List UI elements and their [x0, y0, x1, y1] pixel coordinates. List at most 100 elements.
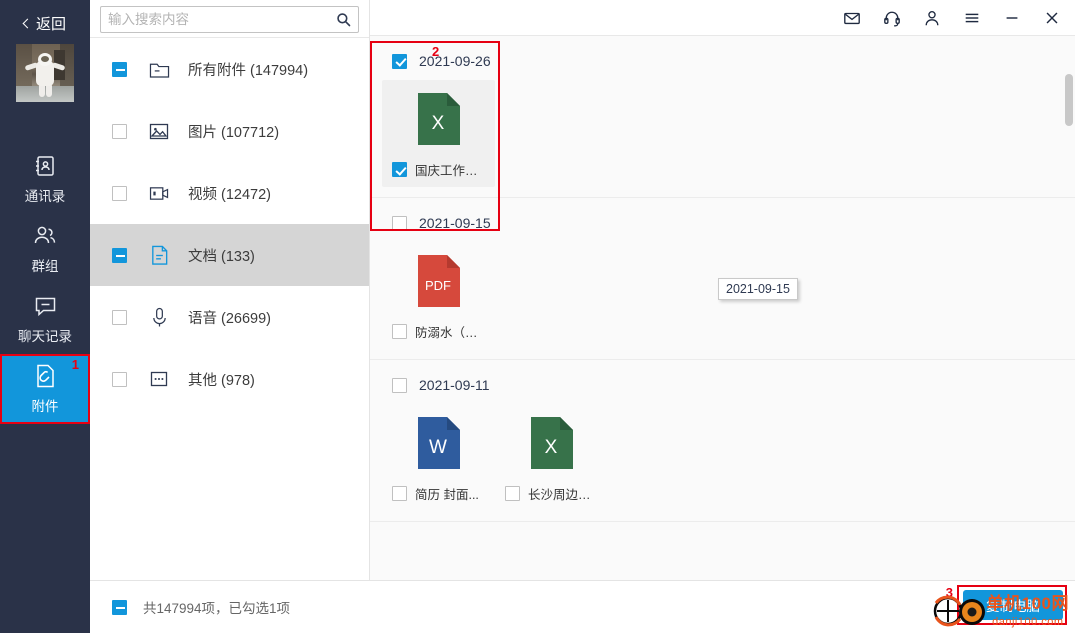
word-file-icon: W — [413, 414, 465, 472]
category-row-images[interactable]: 图片 (107712) — [90, 100, 369, 162]
ellipsis-icon — [148, 368, 170, 390]
date-group: 2021-09-11 W 简历 封面... X 长沙周边旅... — [370, 360, 1075, 522]
category-name: 其他 — [188, 372, 217, 389]
annotation-number-2: 2 — [432, 44, 440, 59]
file-checkbox[interactable] — [392, 486, 407, 501]
close-icon[interactable] — [1039, 5, 1065, 31]
files-pane: 2021-09-26 X 国庆工作安... 2021-09-15 PDF 防溺水… — [370, 0, 1075, 633]
category-name: 图片 — [188, 124, 217, 141]
file-name: 简历 封面... — [415, 488, 479, 502]
svg-text:X: X — [431, 113, 444, 134]
date-group-checkbox[interactable] — [392, 377, 407, 393]
file-checkbox[interactable] — [505, 486, 520, 501]
sidebar-item-label: 群组 — [31, 259, 59, 274]
search-bar — [90, 0, 369, 38]
date-group-header[interactable]: 2021-09-15 — [370, 212, 1075, 234]
file-tile[interactable]: W 简历 封面... — [382, 404, 495, 511]
category-checkbox[interactable] — [112, 371, 127, 387]
document-icon — [148, 244, 170, 266]
status-bar: 共147994项，已勾选1项 3 复制电脑 单机100网 danji100.co… — [90, 580, 1075, 633]
category-row-other[interactable]: 其他 (978) — [90, 348, 369, 410]
category-label: 图片 (107712) — [188, 121, 279, 142]
sidebar-item-label: 附件 — [31, 399, 59, 414]
annotation-badge-1: 1 — [71, 357, 79, 372]
select-all-checkbox[interactable] — [112, 599, 127, 615]
file-tile[interactable]: PDF 防溺水（转... — [382, 242, 495, 349]
headset-icon[interactable] — [879, 5, 905, 31]
pdf-file-icon: PDF — [413, 252, 465, 310]
category-name: 视频 — [188, 186, 217, 203]
date-group-checkbox[interactable] — [392, 53, 407, 69]
person-icon[interactable] — [919, 5, 945, 31]
category-checkbox[interactable] — [112, 309, 127, 325]
selection-summary: 共147994项，已勾选1项 — [143, 601, 291, 616]
file-tile[interactable]: X 长沙周边旅... — [495, 404, 608, 511]
category-row-documents[interactable]: 文档 (133) — [90, 224, 369, 286]
avatar-floor — [16, 86, 74, 102]
category-count: (978) — [221, 372, 255, 389]
category-count: (147994) — [250, 62, 309, 79]
date-group: 2021-09-26 X 国庆工作安... — [370, 36, 1075, 198]
annotation-number-3: 3 — [945, 585, 953, 600]
category-checkbox[interactable] — [112, 61, 127, 77]
file-name: 防溺水（转... — [415, 326, 487, 340]
category-label: 文档 (133) — [188, 245, 255, 266]
file-checkbox[interactable] — [392, 324, 407, 339]
file-name: 长沙周边旅... — [528, 488, 600, 502]
category-checkbox[interactable] — [112, 185, 127, 201]
sidebar-item-attachments[interactable]: 1 附件 — [0, 354, 90, 424]
back-label: 返回 — [35, 15, 66, 33]
menu-icon[interactable] — [959, 5, 985, 31]
avatar-visor — [41, 56, 49, 62]
avatar[interactable] — [16, 44, 74, 102]
file-name: 国庆工作安... — [415, 164, 487, 178]
category-row-voice[interactable]: 语音 (26699) — [90, 286, 369, 348]
file-tile-footer: 简历 封面... — [390, 484, 487, 503]
window-titlebar — [370, 0, 1075, 36]
file-scroll-area[interactable]: 2021-09-26 X 国庆工作安... 2021-09-15 PDF 防溺水… — [370, 36, 1075, 633]
category-label: 所有附件 (147994) — [188, 59, 308, 80]
file-tile-footer: 长沙周边旅... — [503, 484, 600, 503]
date-group-checkbox[interactable] — [392, 215, 407, 231]
sidebar-item-groups[interactable]: 群组 — [0, 214, 90, 284]
excel-file-icon: X — [413, 90, 465, 148]
nav-item-list: 通讯录 群组 聊天记录 1 附件 — [0, 144, 90, 424]
sidebar-item-contacts[interactable]: 通讯录 — [0, 144, 90, 214]
date-group-header[interactable]: 2021-09-26 — [370, 50, 1075, 72]
date-group-label: 2021-09-15 — [419, 215, 491, 231]
copy-to-computer-button[interactable]: 复制电脑 — [963, 590, 1063, 620]
category-panel: 所有附件 (147994) 图片 (107712) — [90, 0, 370, 633]
back-button[interactable]: 返回 — [0, 12, 90, 34]
svg-text:X: X — [544, 437, 557, 458]
scrollbar-thumb[interactable] — [1065, 74, 1073, 126]
sidebar-item-chat-history[interactable]: 聊天记录 — [0, 284, 90, 354]
attachment-manager-window: 返回 通讯录 群组 聊天记录 1 附件 输入搜索内容 所有附件 (147994)… — [0, 0, 1075, 633]
category-row-all[interactable]: 所有附件 (147994) — [90, 38, 369, 100]
category-checkbox[interactable] — [112, 247, 127, 263]
minimize-icon[interactable] — [999, 5, 1025, 31]
category-checkbox[interactable] — [112, 123, 127, 139]
svg-text:PDF: PDF — [425, 278, 451, 293]
chevron-left-icon — [22, 18, 33, 28]
file-tile[interactable]: X 国庆工作安... — [382, 80, 495, 187]
file-checkbox[interactable] — [392, 162, 407, 177]
file-tile-footer: 防溺水（转... — [390, 322, 487, 341]
contacts-icon — [32, 153, 58, 179]
group-icon — [32, 223, 58, 249]
file-tile-footer: 国庆工作安... — [390, 160, 487, 179]
svg-text:W: W — [429, 437, 447, 458]
category-label: 语音 (26699) — [188, 307, 271, 328]
mail-icon[interactable] — [839, 5, 865, 31]
date-group-header[interactable]: 2021-09-11 — [370, 374, 1075, 396]
date-tooltip: 2021-09-15 — [718, 278, 798, 300]
search-icon[interactable] — [336, 12, 351, 27]
microphone-icon — [148, 306, 170, 328]
file-tile-list: X 国庆工作安... — [370, 80, 1075, 187]
category-label: 其他 (978) — [188, 369, 255, 390]
file-tile-list: W 简历 封面... X 长沙周边旅... — [370, 404, 1075, 511]
search-input[interactable] — [108, 12, 336, 27]
category-row-videos[interactable]: 视频 (12472) — [90, 162, 369, 224]
vertical-scrollbar[interactable] — [1065, 74, 1073, 614]
sidebar-item-label: 通讯录 — [24, 189, 66, 204]
search-box[interactable] — [100, 6, 359, 33]
